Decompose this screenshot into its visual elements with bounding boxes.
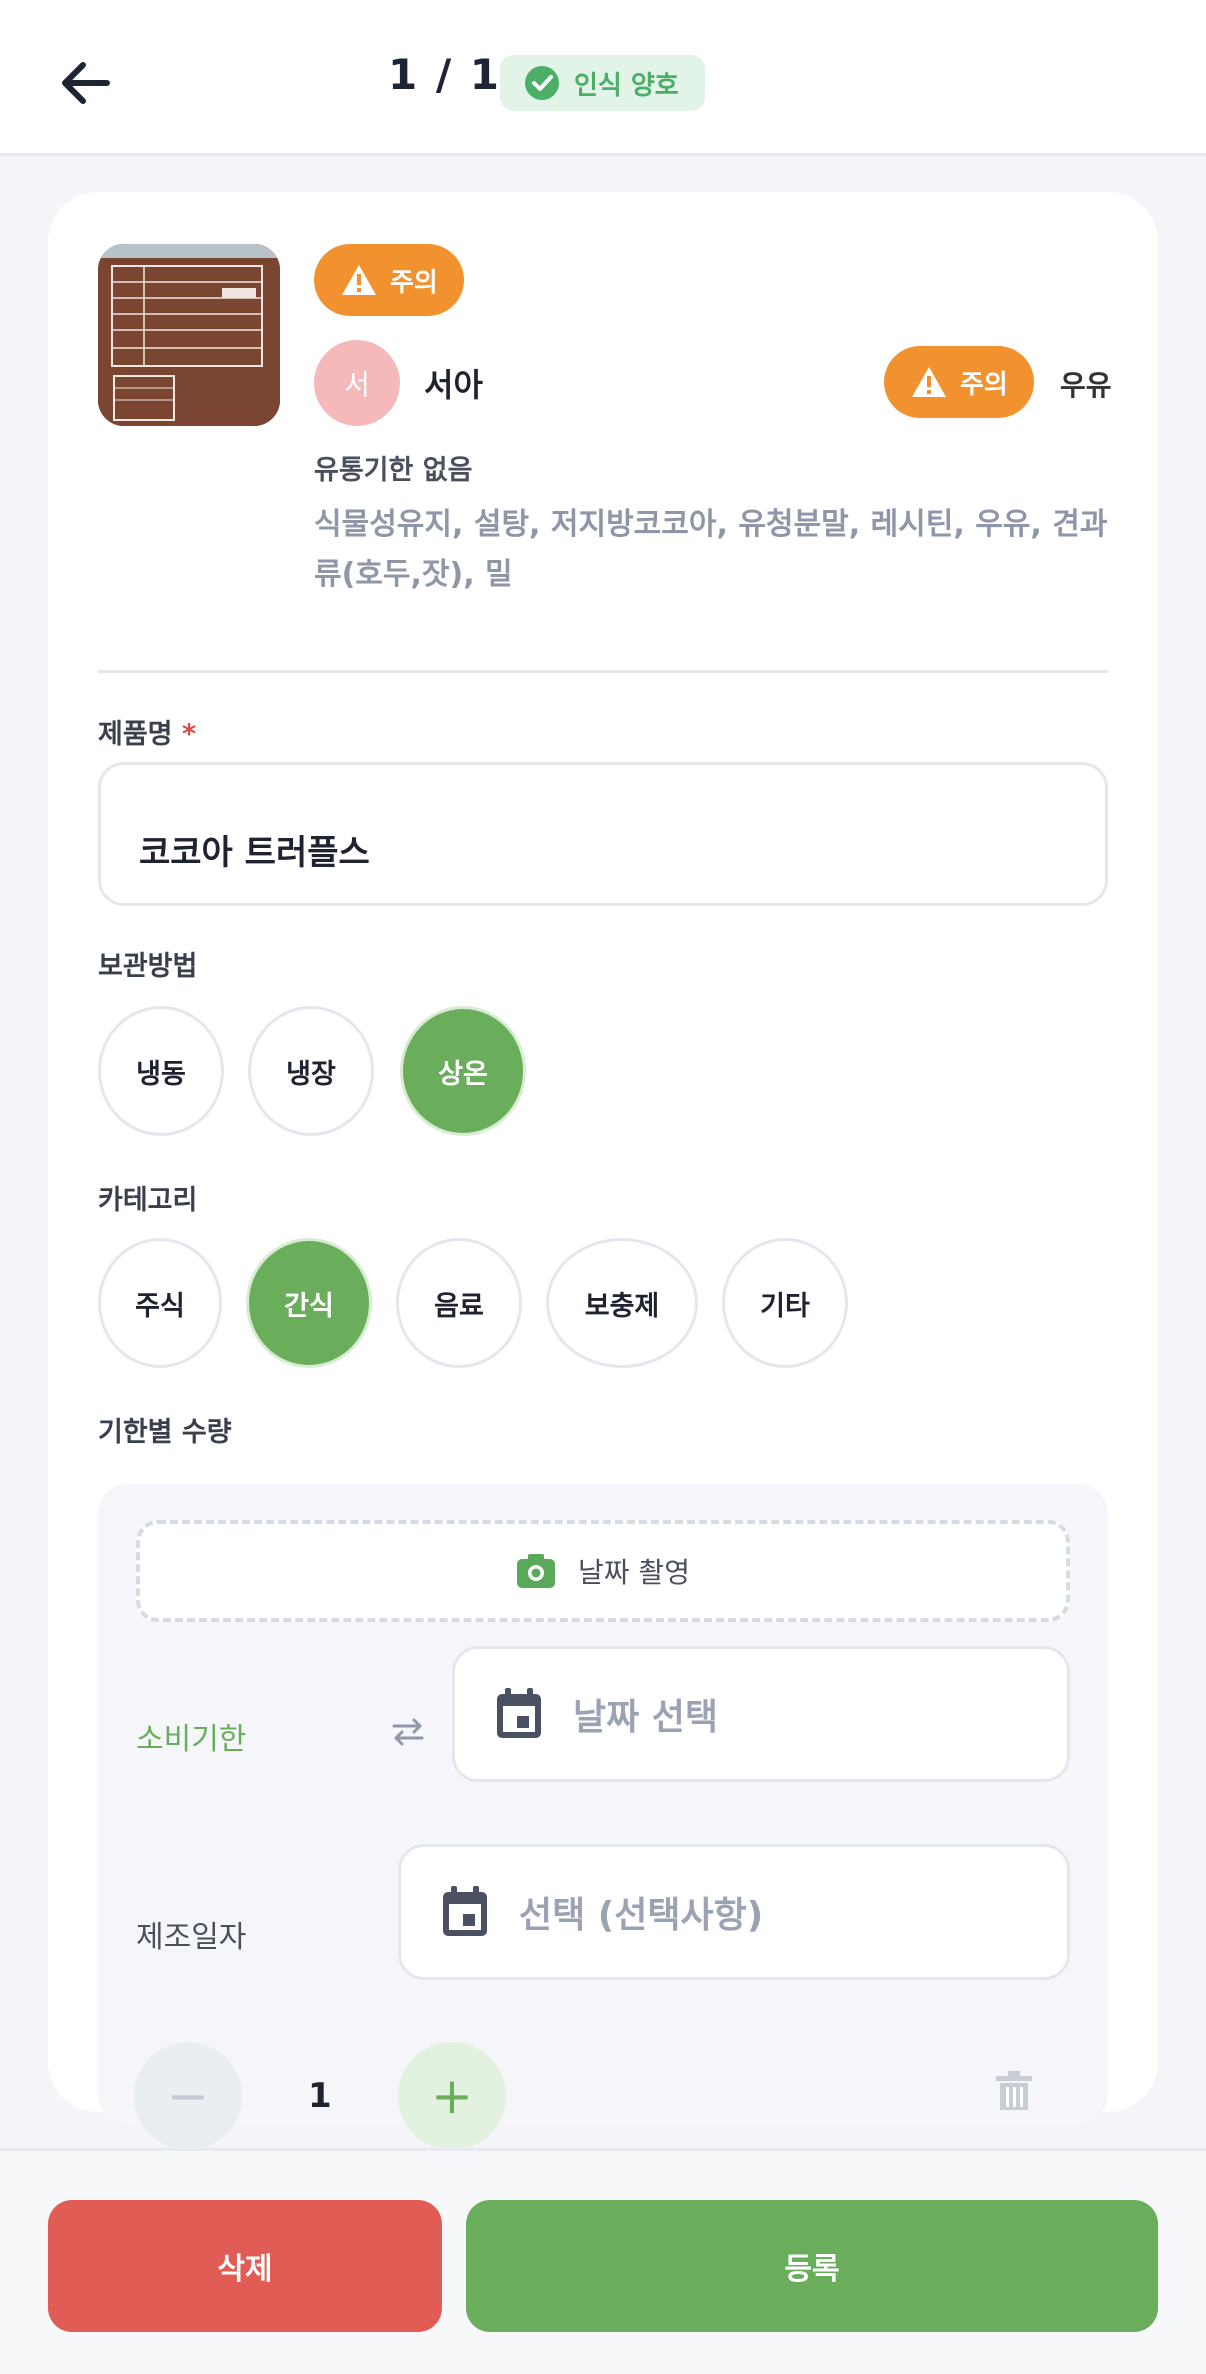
swap-date-type-button[interactable] <box>390 1716 426 1752</box>
required-mark: * <box>181 719 197 750</box>
warning-label: 주의 <box>960 369 1008 400</box>
person-name: 서아 <box>424 366 483 404</box>
allergen-label: 우유 <box>1060 369 1112 402</box>
category-option-snack[interactable]: 간식 <box>246 1238 372 1368</box>
category-option-beverage[interactable]: 음료 <box>396 1238 522 1368</box>
top-bar: 1 / 1 인식 양호 <box>0 0 1206 156</box>
back-button[interactable] <box>50 48 120 118</box>
storage-option-room-temp[interactable]: 상온 <box>400 1006 526 1136</box>
trash-icon <box>996 2071 1032 2110</box>
calendar-icon <box>497 1688 541 1738</box>
product-warning-badge: 주의 <box>314 244 464 316</box>
product-thumbnail[interactable] <box>98 244 280 426</box>
person-warning-badge: 주의 <box>884 346 1034 418</box>
check-circle-icon <box>525 66 559 100</box>
recognition-status-badge: 인식 양호 <box>500 55 705 111</box>
ingredients-text: 식물성유지, 설탕, 저지방코코아, 유청분말, 레시틴, 우유, 견과류(호두… <box>314 507 1108 592</box>
manufactured-placeholder: 선택 (선택사항) <box>519 1895 764 1936</box>
capture-date-button[interactable]: 날짜 촬영 <box>136 1520 1070 1622</box>
delete-button[interactable]: 삭제 <box>48 2200 442 2332</box>
category-label: 카테고리 <box>98 1185 198 1216</box>
manufactured-date-label: 제조일자 <box>136 1920 247 1955</box>
product-name-input[interactable]: 코코아 트러플스 <box>98 762 1108 906</box>
increment-button[interactable]: + <box>398 2042 506 2150</box>
category-option-other[interactable]: 기타 <box>722 1238 848 1368</box>
product-name-label: 제품명 * <box>98 712 196 751</box>
avatar: 서 <box>314 340 400 426</box>
quantity-value: 1 <box>308 2076 332 2116</box>
register-button[interactable]: 등록 <box>466 2200 1158 2332</box>
capture-date-label: 날짜 촬영 <box>578 1556 690 1589</box>
warning-icon <box>342 265 376 295</box>
storage-option-frozen[interactable]: 냉동 <box>98 1006 224 1136</box>
product-name-label-text: 제품명 <box>98 719 173 750</box>
swap-arrows-icon <box>392 1718 424 1746</box>
use-by-date-input[interactable]: 날짜 선택 <box>452 1646 1070 1782</box>
camera-icon <box>517 1554 556 1588</box>
manufactured-date-input[interactable]: 선택 (선택사항) <box>398 1844 1070 1980</box>
calendar-icon <box>443 1886 487 1936</box>
warning-label: 주의 <box>390 267 438 298</box>
expiry-note: 유통기한 없음 <box>314 455 473 486</box>
storage-option-refrigerated[interactable]: 냉장 <box>248 1006 374 1136</box>
divider <box>98 670 1108 673</box>
storage-label: 보관방법 <box>98 951 198 982</box>
page-counter: 1 / 1 <box>388 50 502 99</box>
decrement-button[interactable]: − <box>134 2042 242 2150</box>
delete-entry-button[interactable] <box>994 2070 1034 2114</box>
label-photo-image <box>98 244 280 426</box>
warning-icon <box>912 367 946 397</box>
arrow-left-icon <box>62 62 110 104</box>
quantity-by-date-label: 기한별 수량 <box>98 1417 232 1448</box>
use-by-placeholder: 날짜 선택 <box>573 1697 719 1738</box>
status-label: 인식 양호 <box>574 70 679 101</box>
category-option-staple[interactable]: 주식 <box>98 1238 222 1368</box>
use-by-label[interactable]: 소비기한 <box>136 1714 246 1758</box>
category-option-supplement[interactable]: 보충제 <box>546 1238 698 1368</box>
